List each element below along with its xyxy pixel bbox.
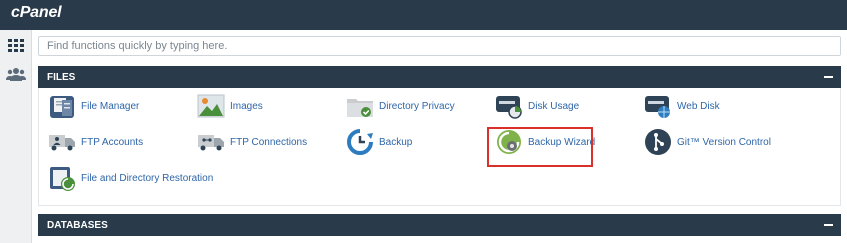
sidebar xyxy=(0,30,32,243)
images-icon xyxy=(197,92,225,120)
collapse-icon[interactable] xyxy=(824,76,833,78)
databases-section-header[interactable]: DATABASES xyxy=(38,214,841,236)
backup-wizard-link[interactable]: Backup Wizard xyxy=(495,128,595,156)
images-link[interactable]: Images xyxy=(197,92,263,120)
ftp-connections-label: FTP Connections xyxy=(230,136,308,148)
git-version-control-link[interactable]: Git™ Version Control xyxy=(644,128,771,156)
web-disk-link[interactable]: Web Disk xyxy=(644,92,720,120)
backup-wizard-label: Backup Wizard xyxy=(528,136,596,148)
file-manager-icon xyxy=(48,92,76,120)
git-version-control-label: Git™ Version Control xyxy=(677,136,771,148)
databases-section-title: DATABASES xyxy=(47,219,108,231)
web-disk-icon xyxy=(644,92,672,120)
git-icon xyxy=(644,128,672,156)
main-content: FILES File Manager xyxy=(32,30,847,243)
disk-usage-link[interactable]: Disk Usage xyxy=(495,92,579,120)
images-label: Images xyxy=(230,100,263,112)
backup-wizard-icon xyxy=(495,128,523,156)
file-restoration-label: File and Directory Restoration xyxy=(81,172,214,184)
backup-icon xyxy=(346,128,374,156)
ftp-accounts-link[interactable]: FTP Accounts xyxy=(48,128,143,156)
files-section-header[interactable]: FILES xyxy=(38,66,841,88)
file-manager-label: File Manager xyxy=(81,100,140,112)
disk-usage-icon xyxy=(495,92,523,120)
web-disk-label: Web Disk xyxy=(677,100,720,112)
file-restoration-link[interactable]: File and Directory Restoration xyxy=(48,164,213,192)
file-manager-link[interactable]: File Manager xyxy=(48,92,139,120)
disk-usage-label: Disk Usage xyxy=(528,100,580,112)
ftp-accounts-label: FTP Accounts xyxy=(81,136,144,148)
directory-privacy-icon xyxy=(346,92,374,120)
ftp-connections-link[interactable]: FTP Connections xyxy=(197,128,307,156)
top-bar: cPanel xyxy=(0,0,847,30)
ftp-connections-icon xyxy=(197,128,225,156)
file-restoration-icon xyxy=(48,164,76,192)
cpanel-logo[interactable]: cPanel xyxy=(11,4,62,22)
collapse-icon[interactable] xyxy=(824,224,833,226)
search-input[interactable] xyxy=(38,36,841,56)
backup-label: Backup xyxy=(379,136,413,148)
directory-privacy-label: Directory Privacy xyxy=(379,100,455,112)
directory-privacy-link[interactable]: Directory Privacy xyxy=(346,92,455,120)
files-section-body: File Manager Images Directory Privacy Di… xyxy=(38,88,841,206)
grid-icon[interactable] xyxy=(0,34,31,58)
ftp-accounts-icon xyxy=(48,128,76,156)
files-section-title: FILES xyxy=(47,71,76,83)
backup-link[interactable]: Backup xyxy=(346,128,412,156)
users-icon[interactable] xyxy=(0,62,31,86)
